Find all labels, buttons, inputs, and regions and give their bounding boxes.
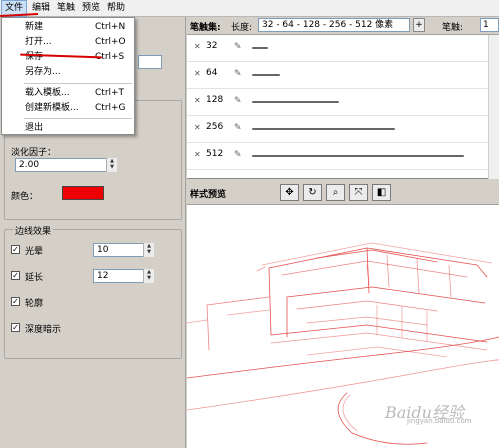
brush-length: 128 (206, 95, 224, 105)
pencil-icon[interactable]: ✎ (234, 150, 242, 160)
menu-separator (24, 83, 132, 84)
halo-label: 光晕 (25, 247, 44, 257)
close-icon[interactable]: ✕ (194, 150, 201, 159)
menu-separator (24, 118, 132, 119)
zoom-icon[interactable]: ⌕ (326, 184, 345, 201)
style-preview-title: 样式预览 (190, 190, 227, 200)
pencil-icon[interactable]: ✎ (234, 96, 242, 106)
pencil-icon[interactable]: ✎ (234, 123, 242, 133)
menu-item-shortcut: Ctrl+N (95, 22, 126, 32)
brush-row[interactable]: ✕ 256 ✎ (187, 116, 499, 143)
menu-item-save-as[interactable]: 另存为... (2, 65, 134, 79)
move-icon[interactable]: ✥ (280, 184, 299, 201)
brush-stroke (252, 47, 268, 49)
menu-item-shortcut: Ctrl+T (95, 88, 125, 98)
spin-down-icon[interactable]: ▼ (144, 275, 154, 281)
close-icon[interactable]: ✕ (194, 96, 201, 105)
pencil-icon[interactable]: ✎ (234, 42, 242, 52)
brush-stroke (252, 155, 464, 157)
length-combo[interactable]: 32 - 64 - 128 - 256 - 512 像素 (258, 18, 410, 32)
brush-stroke (252, 74, 280, 76)
menu-item-create-template[interactable]: 创建新模板... Ctrl+G (2, 101, 134, 115)
brush-length: 32 (206, 41, 218, 51)
outline-label: 轮廓 (25, 299, 44, 309)
brush-row[interactable]: ✕ 32 ✎ (187, 35, 499, 62)
brush-stroke (252, 128, 395, 130)
menu-item-label: 打开... (25, 37, 52, 47)
menu-item-label: 另存为... (25, 67, 61, 77)
color-swatch[interactable] (62, 186, 104, 200)
menu-brush[interactable]: 笔触 (54, 0, 78, 17)
edge-effects-title: 边线效果 (13, 224, 54, 237)
close-icon[interactable]: ✕ (194, 69, 201, 78)
edge-effects-group: 边线效果 ✓ 光晕 10 ▲ ▼ ✓ 延长 12 ▲ ▼ ✓ 轮廓 ✓ 深度暗示 (4, 224, 182, 359)
fit-icon[interactable]: ⤧ (349, 184, 368, 201)
brush-length: 256 (206, 122, 224, 132)
brush-length: 64 (206, 68, 218, 78)
menu-item-exit[interactable]: 退出 (2, 121, 134, 135)
extend-stepper[interactable]: ▲ ▼ (143, 269, 154, 283)
watermark-url: jingyan.baidu.com (407, 417, 472, 425)
vertical-scrollbar[interactable] (488, 35, 499, 179)
fade-factor-label: 淡化因子： (11, 148, 57, 158)
menu-item-open[interactable]: 打开... Ctrl+O (2, 35, 134, 49)
cube-icon[interactable]: ◧ (372, 184, 391, 201)
menu-preview[interactable]: 预览 (79, 0, 103, 17)
brush-stroke (252, 101, 339, 103)
menu-item-label: 载入模板... (25, 88, 70, 98)
menu-item-label: 创建新模板... (25, 103, 79, 113)
menu-item-shortcut: Ctrl+O (95, 37, 126, 47)
hidden-field[interactable] (138, 55, 162, 69)
brush-set-header: 笔触集: 长度: 32 - 64 - 128 - 256 - 512 像素 + … (187, 17, 499, 35)
extend-label: 延长 (25, 273, 44, 283)
halo-stepper[interactable]: ▲ ▼ (143, 243, 154, 257)
brush-label: 笔触: (442, 23, 464, 33)
depth-cue-label: 深度暗示 (25, 325, 62, 335)
menu-help[interactable]: 帮助 (104, 0, 128, 17)
fade-factor-stepper[interactable]: ▲ ▼ (106, 158, 117, 172)
file-menu-dropdown: 新建 Ctrl+N 打开... Ctrl+O 保存 Ctrl+S 另存为... … (1, 17, 135, 135)
length-label: 长度: (231, 23, 253, 33)
brush-row[interactable]: ✕ 64 ✎ (187, 62, 499, 89)
brush-length: 512 (206, 149, 224, 159)
menu-item-new[interactable]: 新建 Ctrl+N (2, 20, 134, 34)
rotate-icon[interactable]: ↻ (303, 184, 322, 201)
outline-checkbox[interactable]: ✓ (11, 297, 20, 306)
close-icon[interactable]: ✕ (194, 123, 201, 132)
color-label: 颜色： (11, 192, 39, 202)
style-preview-panel: 样式预览 ✥ ↻ ⌕ ⤧ ◧ Baidu经验 jingyan.baidu.com (187, 180, 499, 448)
spin-down-icon[interactable]: ▼ (144, 249, 154, 255)
depth-cue-checkbox[interactable]: ✓ (11, 323, 20, 332)
brush-row[interactable]: ✕ 128 ✎ (187, 89, 499, 116)
menu-item-label: 新建 (25, 22, 44, 32)
brush-input[interactable]: 1 (480, 18, 499, 32)
close-icon[interactable]: ✕ (194, 42, 201, 51)
menu-item-load-template[interactable]: 载入模板... Ctrl+T (2, 86, 134, 100)
brush-set-label: 笔触集: (190, 23, 221, 33)
spin-down-icon[interactable]: ▼ (107, 164, 117, 170)
menubar: 文件 编辑 笔触 预览 帮助 (0, 0, 499, 17)
style-preview-header: 样式预览 ✥ ↻ ⌕ ⤧ ◧ (187, 180, 499, 205)
pencil-icon[interactable]: ✎ (234, 69, 242, 79)
menu-item-shortcut: Ctrl+G (95, 103, 126, 113)
add-length-button[interactable]: + (413, 18, 425, 32)
menu-item-label: 退出 (25, 123, 44, 133)
brush-row[interactable]: ✕ 512 ✎ (187, 143, 499, 170)
fade-factor-input[interactable]: 2.00 (15, 158, 117, 172)
brush-set-panel: 笔触集: 长度: 32 - 64 - 128 - 256 - 512 像素 + … (187, 17, 499, 179)
extend-checkbox[interactable]: ✓ (11, 271, 20, 280)
halo-checkbox[interactable]: ✓ (11, 245, 20, 254)
